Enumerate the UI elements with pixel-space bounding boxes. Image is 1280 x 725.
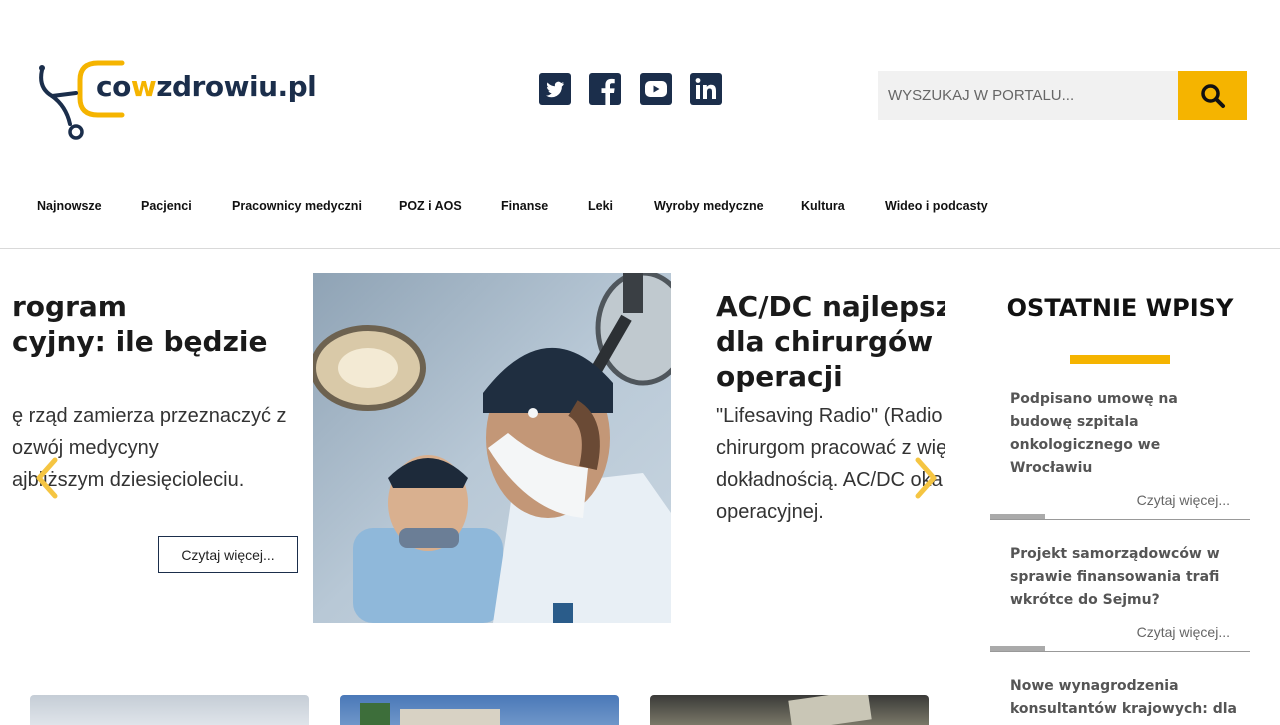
nav-item-pracownicy-medyczni[interactable]: Pracownicy medyczni: [232, 199, 362, 213]
slide-left-title-line-1: rogram: [12, 290, 127, 323]
sidebar-post-divider-accent: [990, 514, 1045, 519]
slide-right-body-line-1: "Lifesaving Radio" (Radio: [716, 405, 943, 427]
nav-item-wideo-podcasty[interactable]: Wideo i podcasty: [885, 199, 988, 213]
article-card-image[interactable]: [340, 695, 619, 725]
nav-item-poz-aos[interactable]: POZ i AOS: [399, 199, 462, 213]
sidebar-post-divider: [990, 519, 1250, 520]
search-icon: [1200, 83, 1225, 108]
slide-right-body-line-2: chirurgom pracować z wię: [716, 437, 945, 459]
read-more-button[interactable]: Czytaj więcej...: [158, 536, 298, 573]
linkedin-icon[interactable]: [690, 73, 722, 105]
nav-item-najnowsze[interactable]: Najnowsze: [37, 199, 102, 213]
slide-left-body-line-1: ę rząd zamierza przeznaczyć z: [12, 405, 287, 427]
nav-item-wyroby-medyczne[interactable]: Wyroby medyczne: [654, 199, 764, 213]
sidebar-post-divider: [990, 651, 1250, 652]
chevron-right-icon: [915, 457, 937, 499]
sidebar-post-title[interactable]: Projekt samorządowców w sprawie finansow…: [1010, 543, 1240, 612]
nav-item-pacjenci[interactable]: Pacjenci: [141, 199, 192, 213]
twitter-icon[interactable]: [539, 73, 571, 105]
chevron-left-icon: [36, 457, 58, 499]
slide-right-title-line-3: operacji: [716, 360, 843, 393]
featured-slider: rogram cyjny: ile będzie ę rząd zamierza…: [0, 249, 945, 649]
nav-item-leki[interactable]: Leki: [588, 199, 613, 213]
slide-photo-surgeons[interactable]: [313, 273, 671, 623]
search-input[interactable]: [878, 71, 1178, 120]
site-logo[interactable]: cowzdrowiu.pl: [36, 58, 317, 148]
sidebar-post-read-more[interactable]: Czytaj więcej...: [1137, 492, 1230, 508]
slider-prev-arrow[interactable]: [33, 456, 61, 500]
slide-right-body-line-4: operacyjnej.: [716, 501, 824, 523]
slide-right-title-line-2: dla chirurgów p: [716, 325, 945, 358]
sidebar-title: OSTATNIE WPISY: [1006, 294, 1234, 322]
nav-item-finanse[interactable]: Finanse: [501, 199, 548, 213]
nav-item-kultura[interactable]: Kultura: [801, 199, 845, 213]
main-nav: Najnowsze Pacjenci Pracownicy medyczni P…: [0, 199, 1280, 215]
logo-text: cowzdrowiu.pl: [96, 70, 317, 103]
sidebar-post-title[interactable]: Podpisano umowę na budowę szpitala onkol…: [1010, 388, 1240, 480]
facebook-icon[interactable]: [589, 73, 621, 105]
sidebar-post-divider-accent: [990, 646, 1045, 651]
slide-left-title-line-2: cyjny: ile będzie: [12, 325, 268, 358]
slide-right-body-line-3: dokładnością. AC/DC oka: [716, 469, 943, 491]
article-card-image[interactable]: [30, 695, 309, 725]
youtube-icon[interactable]: [640, 73, 672, 105]
sidebar-post-read-more[interactable]: Czytaj więcej...: [1137, 624, 1230, 640]
sidebar-post-title[interactable]: Nowe wynagrodzenia konsultantów krajowyc…: [1010, 675, 1240, 721]
sidebar-title-accent: [1070, 355, 1170, 364]
slide-right-title-line-1: AC/DC najlepsz: [716, 290, 945, 323]
slider-next-arrow[interactable]: [912, 456, 940, 500]
search-button[interactable]: [1178, 71, 1247, 120]
article-card-image[interactable]: [650, 695, 929, 725]
